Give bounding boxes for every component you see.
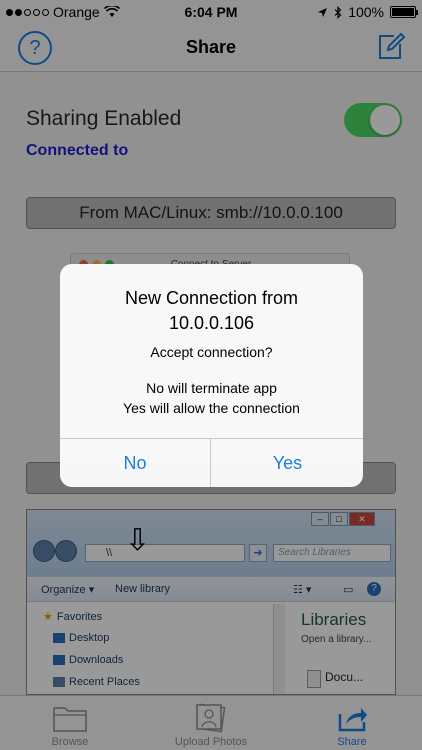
- alert-detail-line2: Yes will allow the connection: [123, 400, 300, 416]
- yes-button[interactable]: Yes: [212, 439, 363, 487]
- alert-detail: No will terminate app Yes will allow the…: [60, 378, 363, 418]
- alert-message: Accept connection?: [150, 344, 273, 360]
- alert-title-line2: 10.0.0.106: [168, 313, 255, 333]
- alert-title: New Connection from 10.0.0.106: [60, 286, 363, 336]
- no-button[interactable]: No: [60, 439, 211, 487]
- alert-title-line1: New Connection from: [124, 288, 299, 308]
- alert-buttons: No Yes: [60, 438, 363, 487]
- new-connection-alert: New Connection from 10.0.0.106 Accept co…: [60, 264, 363, 487]
- alert-detail-line1: No will terminate app: [146, 380, 277, 396]
